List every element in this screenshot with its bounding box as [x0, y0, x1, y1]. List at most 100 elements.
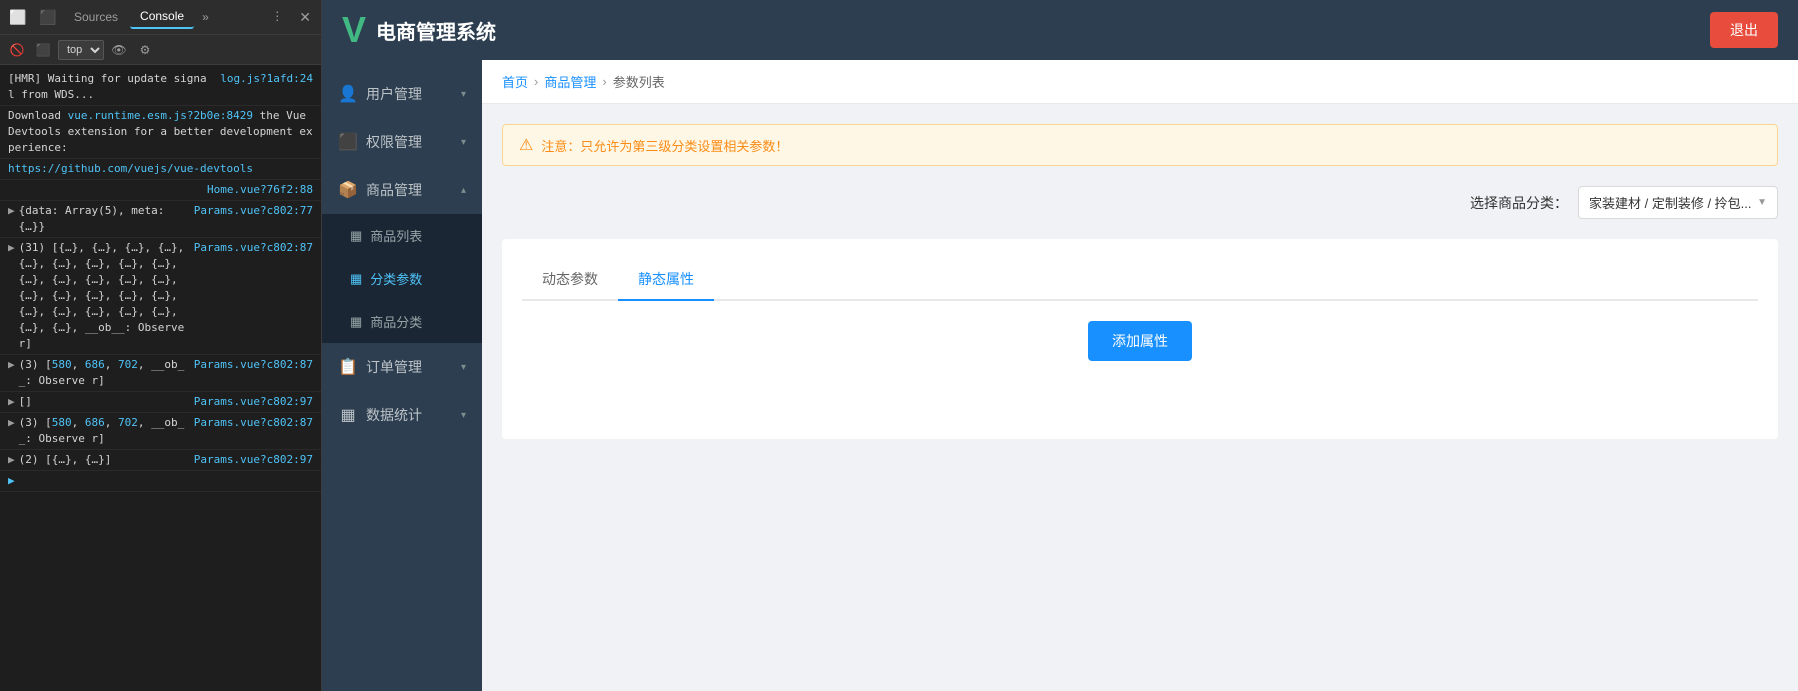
user-icon: 👤: [338, 84, 358, 104]
breadcrumb-home[interactable]: 首页: [502, 72, 528, 91]
app-header: V 电商管理系统 退出: [322, 0, 1798, 60]
logout-button[interactable]: 退出: [1710, 12, 1778, 48]
expand-icon[interactable]: ▶: [8, 357, 15, 389]
console-link[interactable]: log.js?1afd:24: [212, 71, 313, 103]
tab-bar: 动态参数 静态属性: [522, 259, 1758, 301]
console-text: [HMR] Waiting for update signal from WDS…: [8, 71, 212, 103]
device-icon[interactable]: ⬛: [34, 3, 62, 31]
dropdown-arrow-icon: ▼: [1757, 197, 1767, 208]
chevron-icon: ▾: [461, 89, 466, 100]
context-select[interactable]: top: [58, 40, 104, 60]
console-link[interactable]: Params.vue?c802:77: [186, 203, 313, 235]
breadcrumb: 首页 › 商品管理 › 参数列表: [482, 60, 1798, 104]
sidebar-item-order-mgmt[interactable]: 📋 订单管理 ▾: [322, 343, 482, 391]
console-line: ▶ {data: Array(5), meta: {…}} Params.vue…: [0, 201, 321, 238]
perm-icon: ⬛: [338, 132, 358, 152]
sidebar-item-goods-mgmt[interactable]: 📦 商品管理 ▴: [322, 166, 482, 214]
clear-console-icon[interactable]: 🚫: [6, 39, 28, 61]
sidebar-item-user-mgmt[interactable]: 👤 用户管理 ▾: [322, 70, 482, 118]
category-select-row: 选择商品分类： 家装建材 / 定制装修 / 拎包... ▼: [502, 186, 1778, 219]
console-text: [8, 182, 199, 198]
sidebar-subitem-label: 商品分类: [370, 312, 422, 331]
sidebar-label-perm: 权限管理: [366, 132, 461, 152]
tab-more[interactable]: »: [196, 6, 215, 28]
add-attribute-button[interactable]: 添加属性: [1088, 321, 1192, 361]
alert-text: 注意：只允许为第三级分类设置相关参数！: [541, 136, 788, 155]
app-main: 👤 用户管理 ▾ ⬛ 权限管理 ▾ 📦 商品管理 ▴ ▦ 商品列表: [322, 60, 1798, 691]
console-text: (31) [{…}, {…}, {…}, {…}, {…}, {…}, {…},…: [19, 240, 186, 352]
expand-icon[interactable]: ▶: [8, 203, 15, 235]
sidebar-label-goods: 商品管理: [366, 180, 461, 200]
alert-warning: ⚠ 注意：只允许为第三级分类设置相关参数！: [502, 124, 1778, 166]
filter-icon[interactable]: ⬛: [32, 39, 54, 61]
tab-dynamic[interactable]: 动态参数: [522, 259, 618, 301]
sidebar-item-data-stats[interactable]: ▦ 数据统计 ▾: [322, 391, 482, 439]
console-link[interactable]: Params.vue?c802:87: [186, 415, 313, 447]
sidebar-subitem-category-params[interactable]: ▦ 分类参数: [322, 257, 482, 300]
console-link[interactable]: Params.vue?c802:87: [186, 240, 313, 352]
console-line: ▶ (3) [580, 686, 702, __ob__: Observe r]…: [0, 413, 321, 450]
devtools-menu[interactable]: ⋮: [265, 5, 289, 30]
console-text: (2) [{…}, {…}]: [19, 452, 112, 468]
params-panel: 动态参数 静态属性 添加属性: [502, 239, 1778, 439]
inspect-icon[interactable]: ⬜: [4, 3, 32, 31]
devtools-close[interactable]: ✕: [293, 5, 317, 30]
order-icon: 📋: [338, 357, 358, 377]
devtools-toolbar: 🚫 ⬛ top 👁 ⚙: [0, 35, 321, 65]
breadcrumb-sep2: ›: [602, 74, 606, 89]
settings-icon[interactable]: ⚙: [134, 39, 156, 61]
sidebar-label-user: 用户管理: [366, 84, 461, 104]
sidebar-subitem-label: 商品列表: [370, 226, 422, 245]
console-link-text[interactable]: https://github.com/vuejs/vue-devtools: [8, 161, 253, 177]
expand-icon[interactable]: ▶: [8, 452, 15, 468]
prompt-icon: ▶: [8, 473, 15, 489]
expand-icon[interactable]: ▶: [8, 415, 15, 447]
console-text: (3) [580, 686, 702, __ob__: Observe r]: [19, 415, 186, 447]
goods-icon: 📦: [338, 180, 358, 200]
warning-icon: ⚠: [519, 135, 533, 155]
sidebar-item-perm-mgmt[interactable]: ⬛ 权限管理 ▾: [322, 118, 482, 166]
console-link[interactable]: Params.vue?c802:97: [186, 452, 313, 468]
console-line: ▶ (2) [{…}, {…}] Params.vue?c802:97: [0, 450, 321, 471]
content-area: 首页 › 商品管理 › 参数列表 ⚠ 注意：只允许为第三级分类设置相关参数！ 选…: [482, 60, 1798, 691]
console-text: {data: Array(5), meta: {…}}: [19, 203, 186, 235]
sidebar-label-stats: 数据统计: [366, 405, 461, 425]
console-line: ▶ (3) [580, 686, 702, __ob__: Observe r]…: [0, 355, 321, 392]
console-line: [HMR] Waiting for update signal from WDS…: [0, 69, 321, 106]
app-container: V 电商管理系统 退出 👤 用户管理 ▾ ⬛ 权限管理 ▾ 📦 商品: [322, 0, 1798, 691]
header-logo: V 电商管理系统: [342, 12, 496, 48]
chevron-icon: ▾: [461, 410, 466, 421]
chevron-icon: ▾: [461, 137, 466, 148]
inner-content: ⚠ 注意：只允许为第三级分类设置相关参数！ 选择商品分类： 家装建材 / 定制装…: [482, 104, 1798, 459]
expand-icon[interactable]: ▶: [8, 394, 15, 410]
console-line: ▶: [0, 471, 321, 492]
logo-v-icon: V: [342, 12, 366, 48]
params-icon: ▦: [350, 271, 362, 287]
console-text: (3) [580, 686, 702, __ob__: Observe r]: [19, 357, 186, 389]
console-line: Home.vue?76f2:88: [0, 180, 321, 201]
eye-icon[interactable]: 👁: [108, 39, 130, 61]
sidebar-label-order: 订单管理: [366, 357, 461, 377]
tab-static[interactable]: 静态属性: [618, 259, 714, 301]
console-link[interactable]: Home.vue?76f2:88: [199, 182, 313, 198]
sidebar-subitem-goods-list[interactable]: ▦ 商品列表: [322, 214, 482, 257]
console-link[interactable]: Params.vue?c802:97: [186, 394, 313, 410]
chevron-down-icon: ▴: [461, 185, 466, 196]
sidebar-subitem-goods-category[interactable]: ▦ 商品分类: [322, 300, 482, 343]
sidebar-subitem-label: 分类参数: [370, 269, 422, 288]
tab-sources[interactable]: Sources: [64, 6, 128, 28]
sidebar: 👤 用户管理 ▾ ⬛ 权限管理 ▾ 📦 商品管理 ▴ ▦ 商品列表: [322, 60, 482, 691]
category-icon: ▦: [350, 314, 362, 330]
chevron-icon: ▾: [461, 362, 466, 373]
expand-icon[interactable]: ▶: [8, 240, 15, 352]
category-select[interactable]: 家装建材 / 定制装修 / 拎包... ▼: [1578, 186, 1778, 219]
breadcrumb-goods[interactable]: 商品管理: [544, 72, 596, 91]
sidebar-submenu-goods: ▦ 商品列表 ▦ 分类参数 ▦ 商品分类: [322, 214, 482, 343]
console-text: []: [19, 394, 32, 410]
console-line: Download vue.runtime.esm.js?2b0e:8429 th…: [0, 106, 321, 159]
console-line: ▶ (31) [{…}, {…}, {…}, {…}, {…}, {…}, {……: [0, 238, 321, 355]
console-link[interactable]: Params.vue?c802:87: [186, 357, 313, 389]
console-text: Download vue.runtime.esm.js?2b0e:8429 th…: [8, 108, 313, 156]
console-line: https://github.com/vuejs/vue-devtools: [0, 159, 321, 180]
tab-console[interactable]: Console: [130, 5, 194, 29]
